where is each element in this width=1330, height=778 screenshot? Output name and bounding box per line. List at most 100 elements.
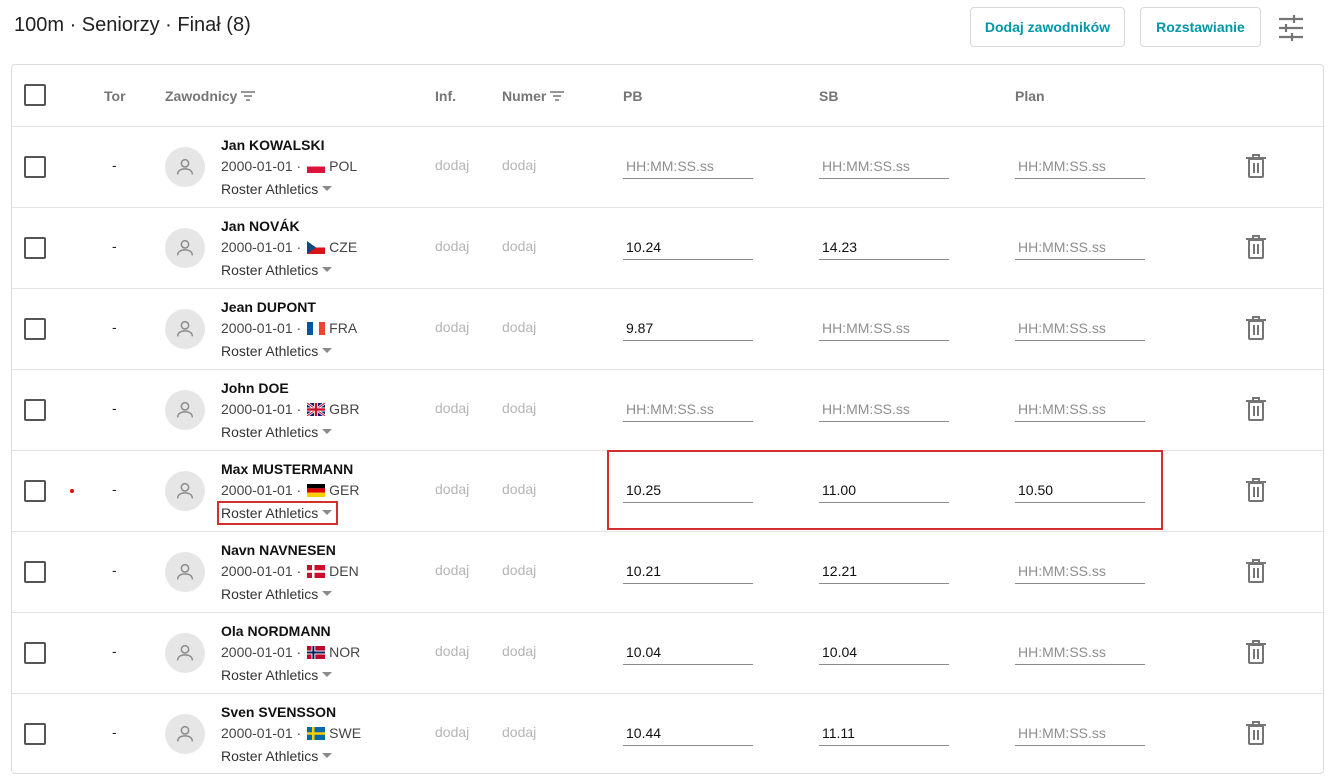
club-select[interactable]: Roster Athletics [221, 262, 333, 278]
header-number[interactable]: Numer [502, 88, 565, 104]
add-number-link[interactable]: dodaj [502, 238, 536, 254]
row-checkbox[interactable] [24, 237, 46, 259]
caret-down-icon [322, 429, 333, 434]
athlete-name[interactable]: Ola NORDMANN [221, 623, 331, 639]
header-pb: PB [623, 88, 643, 104]
lane-value: - [112, 319, 117, 335]
add-info-link[interactable]: dodaj [435, 481, 469, 497]
birth-date: 2000-01-01 · [221, 320, 302, 336]
club-select[interactable]: Roster Athletics [221, 424, 333, 440]
club-select[interactable]: Roster Athletics [216, 501, 339, 525]
page-title: 100m · Seniorzy · Finał (8) [14, 14, 251, 36]
add-info-link[interactable]: dodaj [435, 724, 469, 740]
club-select[interactable]: Roster Athletics [221, 181, 333, 197]
add-number-link[interactable]: dodaj [502, 319, 536, 335]
pb-input[interactable] [623, 388, 753, 422]
sb-input[interactable] [819, 307, 949, 341]
athlete-name[interactable]: John DOE [221, 380, 289, 396]
country-code: POL [329, 158, 358, 174]
sb-input[interactable] [819, 469, 949, 503]
select-all-checkbox[interactable] [24, 84, 46, 106]
club-select[interactable]: Roster Athletics [221, 748, 333, 764]
table-row: - Jan KOWALSKI 2000-01-01 · POL Roster A… [12, 127, 1323, 208]
add-athletes-button[interactable]: Dodaj zawodników [970, 7, 1125, 47]
pb-input[interactable] [623, 307, 753, 341]
row-checkbox[interactable] [24, 156, 46, 178]
row-checkbox[interactable] [24, 723, 46, 745]
delete-icon[interactable] [1245, 234, 1267, 260]
table-row: - Sven SVENSSON 2000-01-01 · SWE Roster … [12, 694, 1323, 773]
athlete-name[interactable]: Sven SVENSSON [221, 704, 336, 720]
pb-input[interactable] [623, 145, 753, 179]
row-checkbox[interactable] [24, 399, 46, 421]
sb-input[interactable] [819, 145, 949, 179]
add-info-link[interactable]: dodaj [435, 319, 469, 335]
delete-icon[interactable] [1245, 153, 1267, 179]
add-number-link[interactable]: dodaj [502, 562, 536, 578]
athlete-name[interactable]: Max MUSTERMANN [221, 461, 353, 477]
avatar [165, 228, 205, 268]
delete-icon[interactable] [1245, 558, 1267, 584]
plan-input[interactable] [1015, 145, 1145, 179]
sb-input[interactable] [819, 712, 949, 746]
row-checkbox[interactable] [24, 480, 46, 502]
tune-icon[interactable] [1277, 14, 1305, 42]
person-icon [176, 158, 194, 175]
athlete-name[interactable]: Navn NAVNESEN [221, 542, 336, 558]
pb-input[interactable] [623, 226, 753, 260]
delete-icon[interactable] [1245, 720, 1267, 746]
add-number-link[interactable]: dodaj [502, 400, 536, 416]
add-info-link[interactable]: dodaj [435, 400, 469, 416]
plan-input[interactable] [1015, 226, 1145, 260]
plan-input[interactable] [1015, 388, 1145, 422]
seeding-button[interactable]: Rozstawianie [1140, 7, 1261, 47]
delete-icon[interactable] [1245, 315, 1267, 341]
pb-input[interactable] [623, 631, 753, 665]
country-code: GBR [329, 401, 360, 417]
delete-icon[interactable] [1245, 639, 1267, 665]
row-checkbox[interactable] [24, 561, 46, 583]
athlete-meta: 2000-01-01 · DEN [221, 563, 359, 579]
add-info-link[interactable]: dodaj [435, 238, 469, 254]
country-code: DEN [329, 563, 359, 579]
lane-value: - [112, 238, 117, 254]
pb-input[interactable] [623, 469, 753, 503]
delete-icon[interactable] [1245, 477, 1267, 503]
row-checkbox[interactable] [24, 642, 46, 664]
club-select[interactable]: Roster Athletics [221, 343, 333, 359]
header-athletes[interactable]: Zawodnicy [165, 88, 256, 104]
sb-input[interactable] [819, 226, 949, 260]
flag-icon [307, 159, 326, 173]
club-select[interactable]: Roster Athletics [221, 667, 333, 683]
pb-input[interactable] [623, 550, 753, 584]
row-checkbox[interactable] [24, 318, 46, 340]
add-number-link[interactable]: dodaj [502, 481, 536, 497]
club-select[interactable]: Roster Athletics [221, 586, 333, 602]
birth-date: 2000-01-01 · [221, 482, 302, 498]
plan-input[interactable] [1015, 307, 1145, 341]
athlete-name[interactable]: Jan KOWALSKI [221, 137, 324, 153]
add-info-link[interactable]: dodaj [435, 157, 469, 173]
club-name: Roster Athletics [221, 424, 319, 440]
athlete-name[interactable]: Jean DUPONT [221, 299, 316, 315]
person-icon [176, 644, 194, 661]
table-row: - John DOE 2000-01-01 · GBR Roster Athle… [12, 370, 1323, 451]
sb-input[interactable] [819, 550, 949, 584]
flag-icon [307, 564, 326, 578]
club-name: Roster Athletics [221, 262, 319, 278]
flag-icon [307, 240, 326, 254]
sb-input[interactable] [819, 388, 949, 422]
athlete-name[interactable]: Jan NOVÁK [221, 218, 300, 234]
plan-input[interactable] [1015, 550, 1145, 584]
add-number-link[interactable]: dodaj [502, 724, 536, 740]
plan-input[interactable] [1015, 712, 1145, 746]
sb-input[interactable] [819, 631, 949, 665]
add-number-link[interactable]: dodaj [502, 157, 536, 173]
delete-icon[interactable] [1245, 396, 1267, 422]
plan-input[interactable] [1015, 469, 1145, 503]
add-info-link[interactable]: dodaj [435, 643, 469, 659]
add-info-link[interactable]: dodaj [435, 562, 469, 578]
plan-input[interactable] [1015, 631, 1145, 665]
add-number-link[interactable]: dodaj [502, 643, 536, 659]
pb-input[interactable] [623, 712, 753, 746]
